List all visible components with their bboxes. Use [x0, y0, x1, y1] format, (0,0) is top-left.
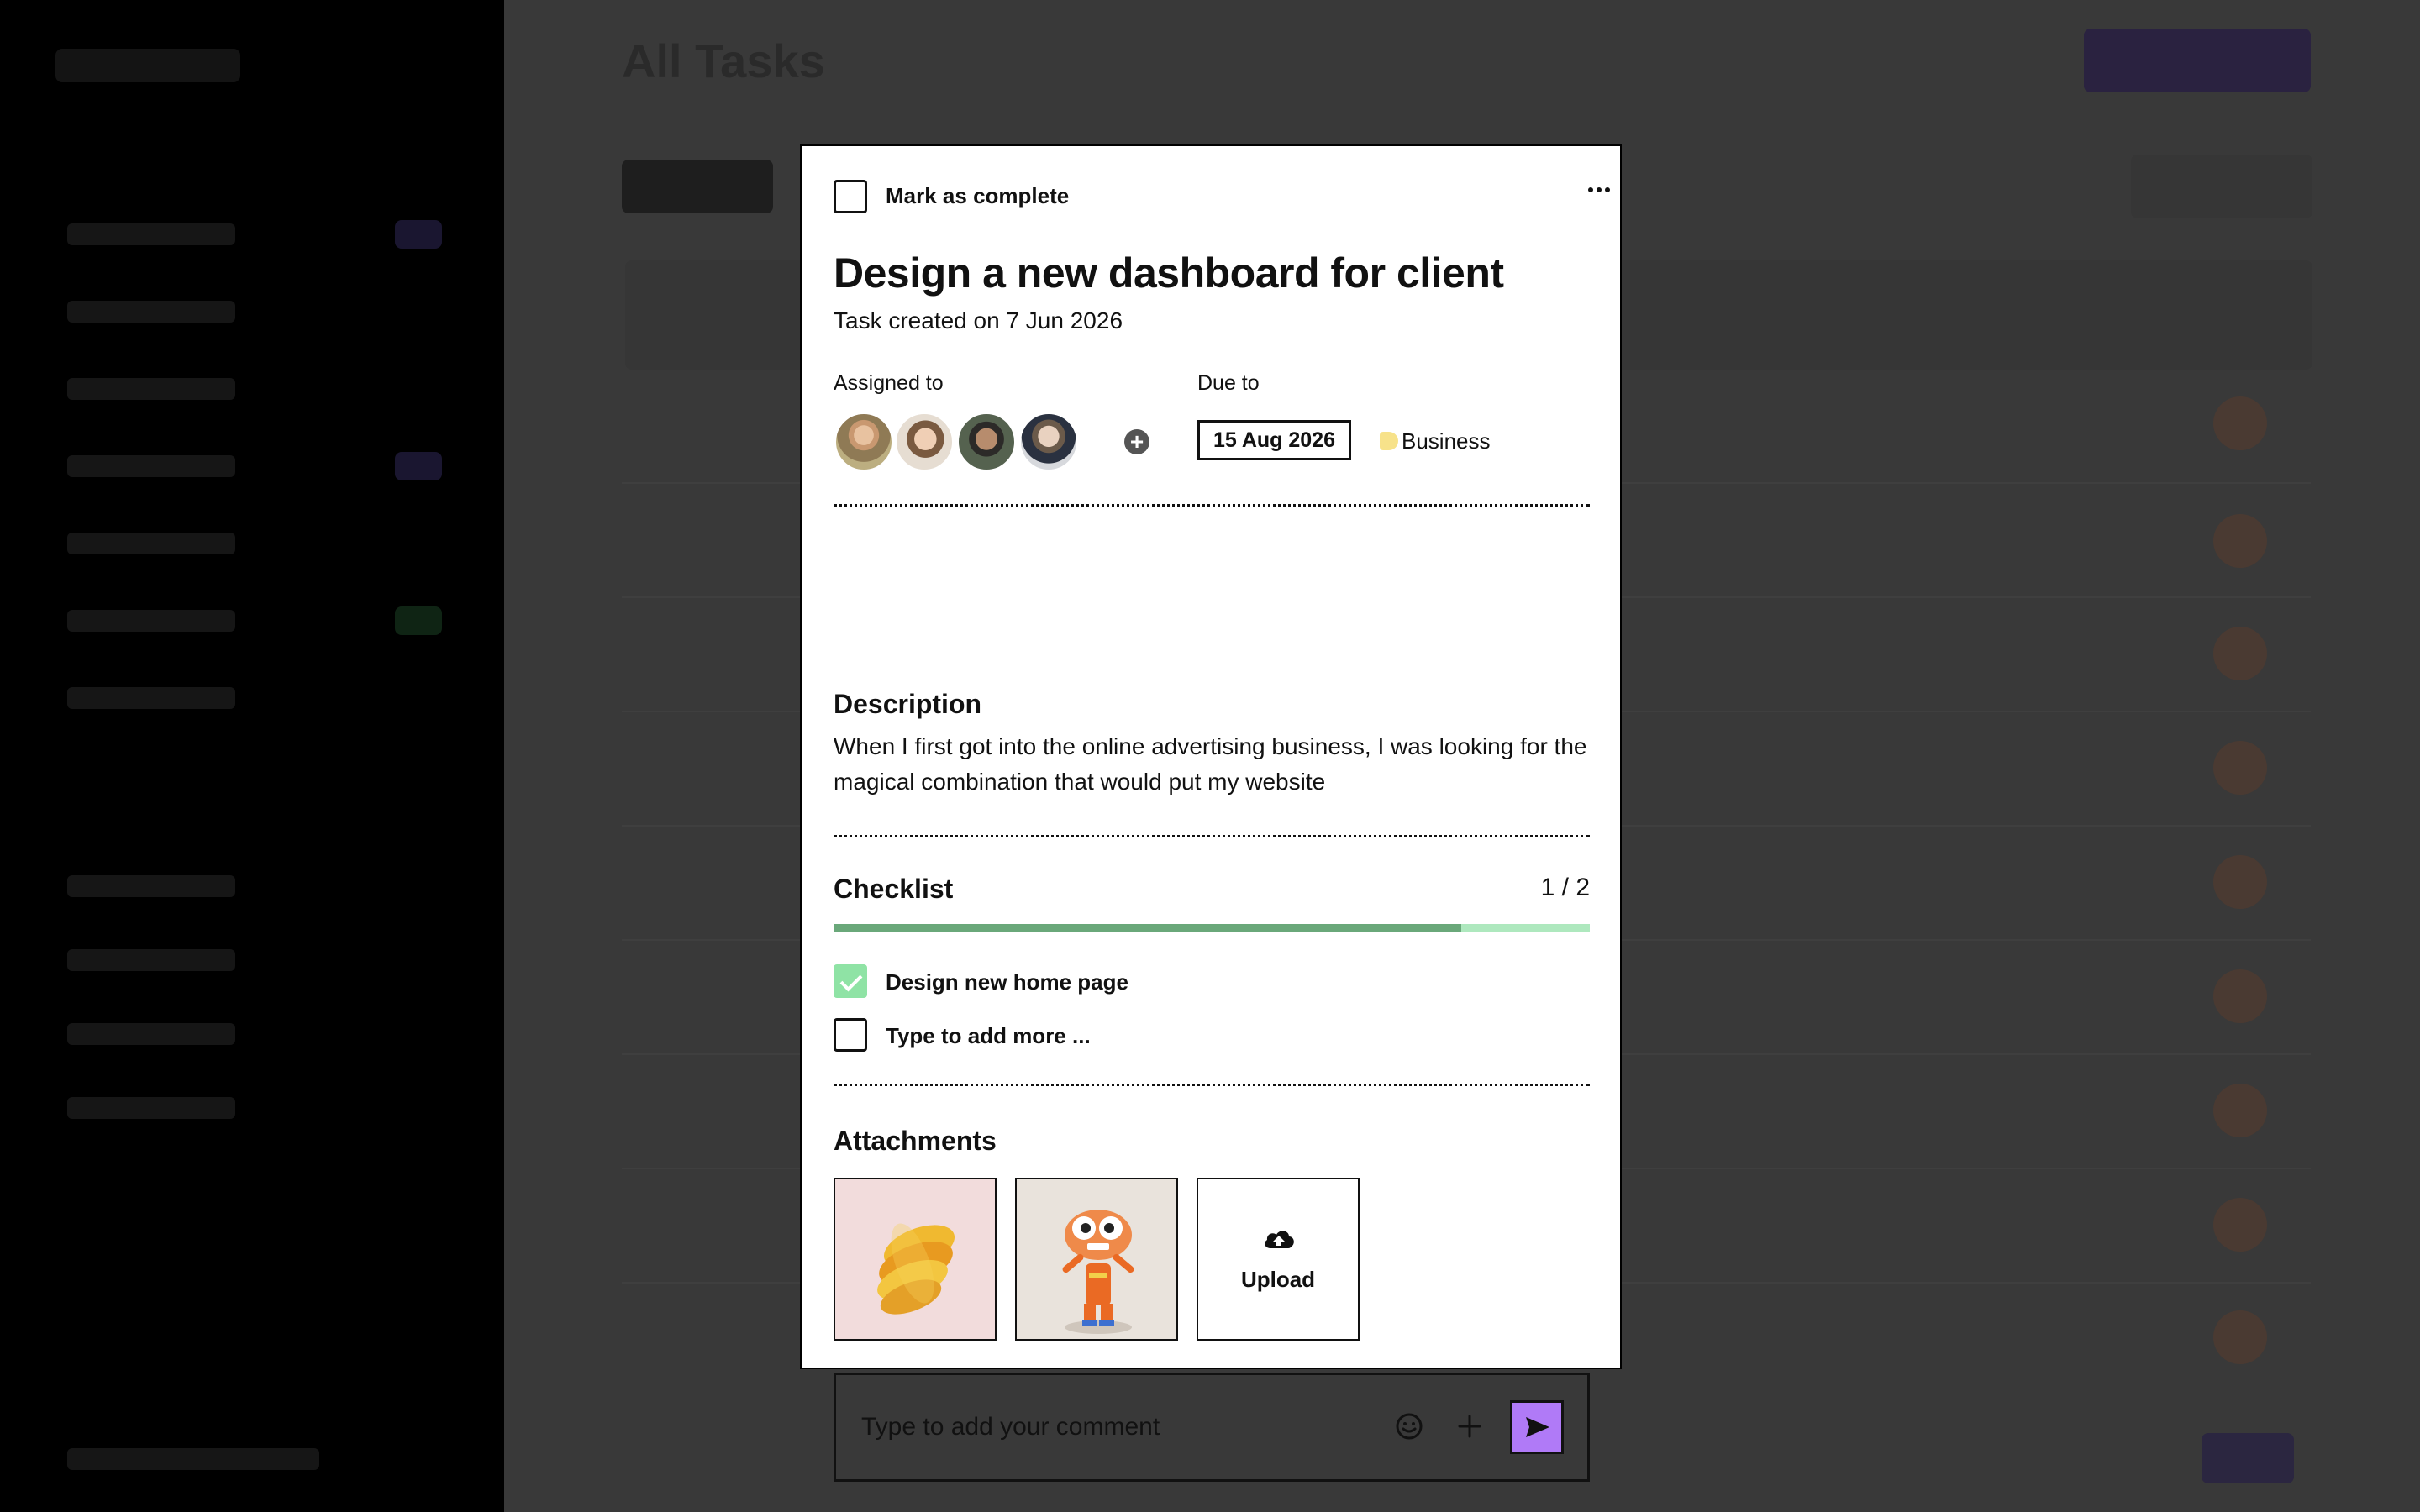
checklist-new-item-input[interactable]: Type to add more ...: [886, 1023, 1091, 1049]
mango-image: [877, 1223, 955, 1315]
more-options-icon[interactable]: [1581, 175, 1617, 205]
due-date-picker[interactable]: 15 Aug 2026: [1197, 420, 1351, 460]
checklist-progress-fill: [834, 924, 1461, 932]
send-button[interactable]: [1510, 1400, 1564, 1454]
checklist-count: 1 / 2: [1540, 874, 1590, 901]
add-attachment-icon[interactable]: [1455, 1411, 1485, 1441]
avatar[interactable]: [834, 412, 894, 472]
checklist-new-item-checkbox[interactable]: [834, 1018, 867, 1052]
checklist-item-checkbox[interactable]: [834, 964, 867, 998]
emoji-icon[interactable]: [1394, 1411, 1424, 1441]
toy-figure-image: [1062, 1210, 1134, 1334]
task-created-date: Task created on 7 Jun 2026: [834, 307, 1123, 333]
logo-placeholder: [55, 49, 240, 82]
due-label: Due to: [1197, 371, 1260, 395]
upload-button[interactable]: Upload: [1197, 1178, 1360, 1341]
tag-label[interactable]: Business: [1402, 428, 1491, 454]
attachment-thumbnail[interactable]: [834, 1178, 997, 1341]
sidebar-backdrop: [0, 0, 504, 1512]
avatar[interactable]: [894, 412, 955, 472]
checklist-item-label[interactable]: Design new home page: [886, 969, 1128, 995]
avatar[interactable]: [956, 412, 1017, 472]
divider: [834, 1084, 1590, 1086]
mark-complete-label[interactable]: Mark as complete: [886, 183, 1069, 209]
add-assignee-icon[interactable]: +: [1124, 429, 1150, 454]
page-title: All Tasks: [622, 34, 825, 87]
attachments-heading: Attachments: [834, 1126, 997, 1156]
cloud-upload-icon: [1265, 1231, 1294, 1248]
assigned-label: Assigned to: [834, 371, 944, 395]
checklist-heading: Checklist: [834, 874, 954, 904]
checklist-progress-bar: [834, 924, 1590, 932]
tag-icon: [1380, 432, 1398, 450]
send-icon: [1526, 1417, 1549, 1437]
task-title: Design a new dashboard for client: [834, 249, 1504, 297]
comment-box: [834, 1373, 1590, 1482]
description-heading: Description: [834, 689, 982, 719]
mark-complete-checkbox[interactable]: [834, 180, 867, 213]
avatar[interactable]: [1018, 412, 1079, 472]
upload-label: Upload: [1240, 1267, 1316, 1292]
comment-input[interactable]: [861, 1409, 1365, 1446]
task-detail-modal: Mark as complete Design a new dashboard …: [800, 144, 1622, 1482]
divider: [834, 504, 1590, 507]
attachment-thumbnail[interactable]: [1015, 1178, 1178, 1341]
new-task-button: [2084, 29, 2311, 92]
description-text[interactable]: When I first got into the online adverti…: [834, 729, 1590, 800]
divider: [834, 835, 1590, 837]
